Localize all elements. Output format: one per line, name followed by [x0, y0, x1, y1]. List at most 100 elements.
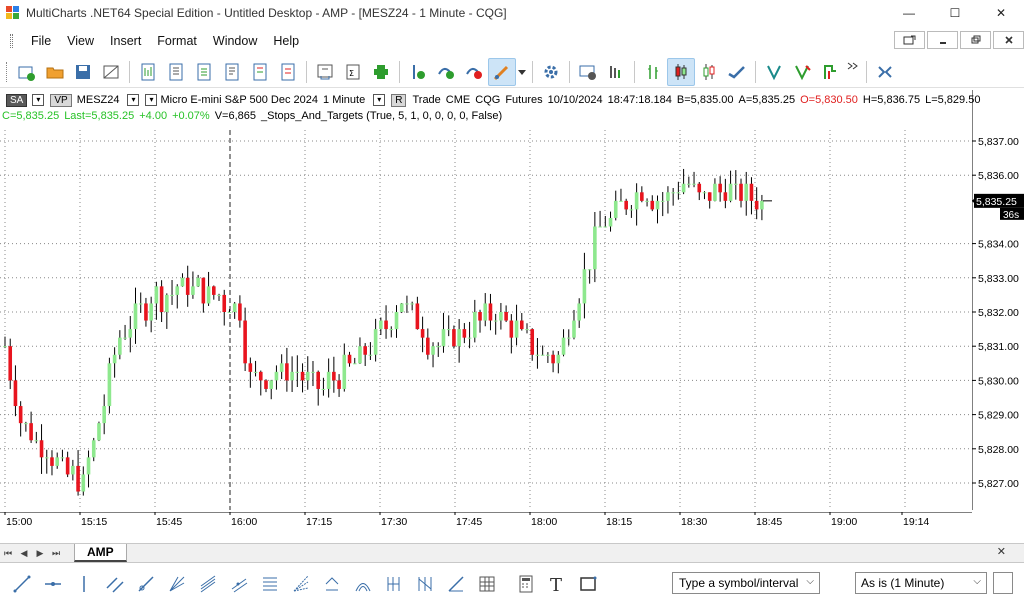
menu-file[interactable]: File	[23, 34, 59, 48]
settings-gear-icon[interactable]	[537, 58, 565, 86]
line-chart-type-icon[interactable]	[723, 58, 751, 86]
grid-icon[interactable]	[471, 570, 502, 598]
candle-body	[3, 346, 7, 348]
drawing-tool-icon[interactable]	[488, 57, 516, 86]
candle-body	[655, 200, 660, 210]
price-axis[interactable]: 5,837.00 5,836.00 5,834.00 5,833.00 5,832.00…	[971, 90, 1024, 510]
sa-dropdown-icon[interactable]: ▾	[32, 94, 45, 106]
menu-window[interactable]: Window	[205, 34, 265, 48]
close-chart-icon[interactable]	[97, 58, 125, 86]
text-tool-icon[interactable]: T	[541, 570, 572, 598]
candlestick-chart-type-icon[interactable]	[667, 57, 695, 86]
dom-window-icon[interactable]	[190, 58, 218, 86]
quote-manager-icon[interactable]	[311, 58, 339, 86]
vp-tag[interactable]: VP	[50, 93, 72, 107]
candle-body	[227, 312, 232, 313]
kagi-icon[interactable]	[788, 58, 816, 86]
chart-plot-area[interactable]	[0, 90, 972, 510]
candle-body	[128, 329, 133, 338]
restore-window-icon[interactable]	[894, 31, 925, 49]
tab-next-icon[interactable]: ▶	[32, 548, 48, 559]
maximize-button[interactable]: ☐	[932, 0, 978, 26]
symbol-dropdown-icon[interactable]: ▾	[127, 94, 140, 106]
tab-last-icon[interactable]: ⏭	[48, 548, 64, 559]
menu-grip[interactable]	[10, 34, 13, 48]
candle	[269, 379, 274, 400]
candle	[196, 274, 200, 287]
fibonacci-fan-icon[interactable]	[285, 570, 316, 598]
mdi-restore-icon[interactable]	[960, 31, 991, 49]
close-button[interactable]: ✕	[978, 0, 1024, 26]
data-icon[interactable]: Σ	[339, 58, 367, 86]
sa-tag[interactable]: SA	[6, 93, 28, 107]
cycle-lines-icon[interactable]	[409, 570, 440, 598]
resolution-select[interactable]: As is (1 Minute) ⌵	[855, 572, 987, 594]
chevron-down-icon[interactable]: ⌵	[806, 576, 814, 587]
candle	[739, 178, 743, 208]
collapse-panel-icon[interactable]	[871, 58, 899, 86]
trend-line-icon[interactable]	[6, 570, 37, 598]
scanner-window-icon[interactable]	[162, 58, 190, 86]
drawing-tool-dropdown-icon[interactable]	[516, 58, 528, 86]
vertical-line-icon[interactable]	[68, 570, 99, 598]
insert-study-icon[interactable]	[404, 58, 432, 86]
strategy-label[interactable]: _Stops_And_Targets (True, 5, 1, 0, 0, 0,…	[261, 110, 502, 122]
strategy-icon[interactable]	[460, 58, 488, 86]
tab-first-icon[interactable]: ⏮	[0, 548, 16, 559]
chart-window-icon[interactable]	[134, 58, 162, 86]
slope-line-icon[interactable]	[440, 570, 471, 598]
menu-insert[interactable]: Insert	[102, 34, 149, 48]
new-chart-icon[interactable]	[13, 58, 41, 86]
tab-amp[interactable]: AMP	[74, 544, 127, 562]
menu-help[interactable]: Help	[265, 34, 307, 48]
mdi-close-icon[interactable]	[993, 31, 1024, 49]
fibonacci-extension-icon[interactable]	[316, 570, 347, 598]
time-axis[interactable]: 15:00 15:15 15:45 16:00 17:15 17:30 17:45 18:00…	[0, 511, 972, 530]
rectangle-tool-icon[interactable]	[572, 570, 603, 598]
toolbar-overflow-icon[interactable]	[844, 60, 862, 72]
bar-chart-type-icon[interactable]	[639, 58, 667, 86]
chevron-down-icon[interactable]: ⌵	[973, 576, 981, 587]
channel-icon[interactable]	[99, 570, 130, 598]
add-indicator-icon[interactable]	[367, 58, 395, 86]
candle	[446, 315, 451, 337]
report-window-icon[interactable]	[274, 58, 302, 86]
document-icon[interactable]	[218, 58, 246, 86]
andrews-pitchfork-icon[interactable]	[192, 570, 223, 598]
menu-format[interactable]: Format	[149, 34, 205, 48]
candle	[540, 345, 545, 356]
r-tag[interactable]: R	[391, 93, 407, 107]
app-logo-icon	[6, 6, 20, 20]
open-folder-icon[interactable]	[41, 58, 69, 86]
fibonacci-time-zones-icon[interactable]	[378, 570, 409, 598]
fibonacci-retracement-icon[interactable]	[254, 570, 285, 598]
hollow-candle-type-icon[interactable]	[695, 58, 723, 86]
interval-dropdown-icon[interactable]: ▾	[373, 94, 386, 106]
candle	[232, 301, 237, 319]
signal-icon[interactable]	[432, 58, 460, 86]
candle-body	[394, 312, 399, 330]
save-icon[interactable]	[69, 58, 97, 86]
horizontal-line-icon[interactable]	[37, 570, 68, 598]
candlestick-chart[interactable]	[0, 90, 972, 510]
fibonacci-arcs-icon[interactable]	[347, 570, 378, 598]
point-figure-icon[interactable]	[760, 58, 788, 86]
candle-body	[65, 457, 70, 475]
menu-view[interactable]: View	[59, 34, 102, 48]
mdi-minimize-icon[interactable]	[927, 31, 958, 49]
renko-icon[interactable]	[816, 58, 844, 86]
status-icon[interactable]	[602, 58, 630, 86]
minimize-button[interactable]: —	[886, 0, 932, 26]
ray-icon[interactable]	[130, 570, 161, 598]
gann-fan-icon[interactable]	[161, 570, 192, 598]
regression-channel-icon[interactable]	[223, 570, 254, 598]
format-window-icon[interactable]	[574, 58, 602, 86]
calculator-icon[interactable]	[510, 570, 541, 598]
symbol-input[interactable]: Type a symbol/interval ⌵	[672, 572, 820, 594]
toolbar-grip[interactable]	[6, 61, 9, 82]
order-window-icon[interactable]	[246, 58, 274, 86]
info-dropdown-icon[interactable]: ▾	[145, 94, 158, 106]
tab-prev-icon[interactable]: ◀	[16, 548, 32, 559]
tab-close-icon[interactable]: ✕	[997, 545, 1006, 558]
extra-button[interactable]	[993, 572, 1013, 594]
